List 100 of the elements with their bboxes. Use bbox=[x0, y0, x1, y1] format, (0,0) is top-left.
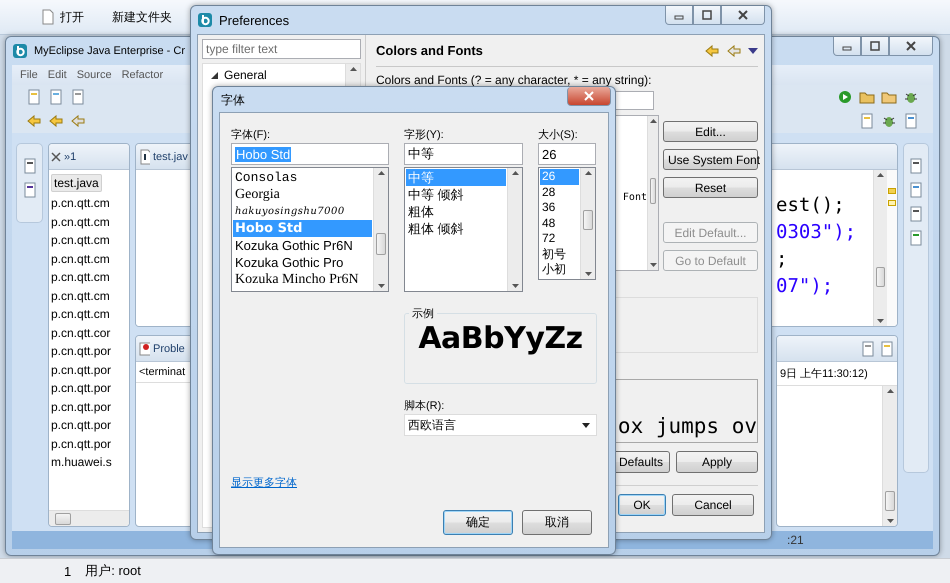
size-option[interactable]: 48 bbox=[540, 216, 579, 231]
package-item[interactable]: p.cn.qtt.por bbox=[51, 379, 129, 398]
close-button[interactable] bbox=[889, 37, 933, 56]
maximize-button[interactable] bbox=[861, 37, 889, 56]
action-button[interactable]: Reset bbox=[663, 177, 758, 198]
package-item[interactable]: p.cn.qtt.por bbox=[51, 360, 129, 379]
close-button[interactable] bbox=[567, 87, 611, 106]
package-item[interactable]: p.cn.qtt.cm bbox=[51, 305, 129, 324]
menu-item[interactable]: File bbox=[20, 69, 38, 81]
action-button[interactable]: Use System Font bbox=[663, 149, 758, 170]
scroll-arrow-icon[interactable] bbox=[512, 171, 518, 175]
font-style-field[interactable]: 中等 bbox=[404, 143, 523, 165]
field-label: 脚本(R): bbox=[404, 399, 446, 414]
caret-icon[interactable] bbox=[748, 46, 758, 54]
dialog-button[interactable]: 确定 bbox=[443, 510, 513, 535]
package-item[interactable]: p.cn.qtt.por bbox=[51, 398, 129, 416]
scroll-arrow-icon[interactable] bbox=[584, 171, 592, 175]
scroll-arrow-icon[interactable] bbox=[886, 519, 894, 523]
scroll-arrow-icon[interactable] bbox=[378, 284, 384, 288]
package-item[interactable]: p.cn.qtt.cm bbox=[51, 194, 129, 212]
list-item[interactable]: Font bbox=[622, 192, 647, 206]
filter-field[interactable]: type filter text bbox=[202, 39, 361, 59]
preview-text: ox jumps ov bbox=[618, 414, 757, 438]
scroll-arrow-icon[interactable] bbox=[584, 272, 592, 276]
scroll-arrow-icon[interactable] bbox=[350, 67, 356, 71]
horizontal-scrollbar[interactable] bbox=[49, 510, 129, 526]
scroll-arrow-icon[interactable] bbox=[886, 389, 894, 393]
size-option[interactable]: 初号 bbox=[540, 246, 579, 262]
scroll-thumb[interactable] bbox=[885, 491, 895, 511]
package-item[interactable]: p.cn.qtt.cor bbox=[51, 324, 129, 342]
toolbar-button[interactable]: 打开 bbox=[60, 8, 84, 26]
warning-marker[interactable] bbox=[888, 188, 896, 194]
scroll-arrow-icon[interactable] bbox=[650, 119, 656, 123]
menu-item[interactable]: Edit bbox=[48, 69, 67, 81]
size-option[interactable]: 72 bbox=[540, 231, 579, 246]
maximize-icon bbox=[870, 41, 880, 51]
warning-marker[interactable] bbox=[888, 200, 896, 206]
font-option[interactable]: Consolas bbox=[233, 169, 372, 186]
close-button[interactable] bbox=[721, 6, 765, 25]
scroll-thumb[interactable] bbox=[376, 233, 386, 256]
scroll-arrow-icon[interactable] bbox=[877, 173, 884, 177]
vertical-scrollbar[interactable] bbox=[580, 168, 595, 279]
font-option[interactable]: hakuyosingshu7000 bbox=[233, 203, 372, 220]
size-option[interactable]: 36 bbox=[540, 200, 579, 216]
close-icon[interactable] bbox=[51, 152, 61, 162]
vertical-scrollbar[interactable] bbox=[507, 168, 522, 291]
size-option[interactable]: 28 bbox=[540, 184, 579, 200]
scroll-thumb[interactable] bbox=[583, 210, 593, 230]
package-item[interactable]: p.cn.qtt.cm bbox=[51, 286, 129, 305]
font-option[interactable]: Kozuka Gothic Pro bbox=[233, 254, 372, 271]
script-dropdown[interactable]: 西欧语言 bbox=[404, 414, 597, 436]
package-item[interactable]: m.huawei.s bbox=[51, 453, 129, 472]
dialog-button[interactable]: OK bbox=[618, 494, 666, 516]
menu-item[interactable]: Source bbox=[76, 69, 112, 81]
arrow-icon bbox=[26, 113, 42, 129]
scroll-arrow-icon[interactable] bbox=[877, 319, 884, 323]
vertical-scrollbar[interactable] bbox=[373, 168, 388, 291]
font-size-field[interactable]: 26 bbox=[538, 143, 596, 165]
file-tab[interactable]: test.java bbox=[51, 174, 102, 192]
package-item[interactable]: p.cn.qtt.cm bbox=[51, 268, 129, 286]
scroll-arrow-icon[interactable] bbox=[512, 284, 518, 288]
menu-item[interactable]: Refactor bbox=[122, 69, 164, 81]
view-tab[interactable]: Proble bbox=[153, 342, 185, 354]
style-option[interactable]: 中等 倾斜 bbox=[406, 186, 506, 203]
package-item[interactable]: p.cn.qtt.cm bbox=[51, 212, 129, 231]
package-item[interactable]: p.cn.qtt.por bbox=[51, 434, 129, 453]
package-item[interactable]: p.cn.qtt.por bbox=[51, 416, 129, 434]
scroll-thumb[interactable] bbox=[55, 512, 71, 524]
view-tab[interactable]: »1 bbox=[64, 150, 76, 162]
action-button[interactable]: Apply bbox=[676, 451, 758, 473]
maximize-button[interactable] bbox=[693, 6, 721, 25]
font-option[interactable]: Georgia bbox=[233, 186, 372, 203]
more-fonts-link[interactable]: 显示更多字体 bbox=[231, 475, 592, 490]
package-item[interactable]: p.cn.qtt.por bbox=[51, 342, 129, 360]
style-option[interactable]: 粗体 bbox=[406, 203, 506, 220]
vertical-scrollbar[interactable] bbox=[647, 116, 658, 270]
size-option[interactable]: 小初 bbox=[540, 262, 579, 278]
package-item[interactable]: p.cn.qtt.cm bbox=[51, 250, 129, 268]
package-item[interactable]: p.cn.qtt.cm bbox=[51, 231, 129, 250]
scroll-thumb[interactable] bbox=[650, 178, 656, 204]
style-option[interactable]: 粗体 倾斜 bbox=[406, 220, 506, 237]
action-button[interactable]: Edit... bbox=[663, 121, 758, 142]
tree-item[interactable]: General bbox=[211, 68, 337, 82]
font-option[interactable]: Kozuka Gothic Pr6N bbox=[233, 237, 372, 254]
font-option[interactable]: Kozuka Mincho Pr6N bbox=[233, 271, 372, 288]
dialog-button[interactable]: Cancel bbox=[672, 494, 754, 516]
document-icon bbox=[879, 340, 895, 356]
expander-icon[interactable] bbox=[211, 72, 218, 78]
minimize-button[interactable] bbox=[833, 37, 861, 56]
field-label: 大小(S): bbox=[538, 128, 579, 143]
play-icon bbox=[837, 89, 853, 105]
scroll-thumb[interactable] bbox=[876, 266, 885, 287]
editor-tab[interactable]: test.jav bbox=[153, 150, 188, 162]
scroll-arrow-icon[interactable] bbox=[650, 263, 656, 267]
vertical-scrollbar[interactable] bbox=[882, 386, 897, 526]
dialog-button[interactable]: 取消 bbox=[522, 510, 592, 535]
scroll-arrow-icon[interactable] bbox=[378, 171, 384, 175]
minimize-button[interactable] bbox=[665, 6, 693, 25]
vertical-scrollbar[interactable] bbox=[873, 170, 887, 326]
toolbar-button[interactable]: 新建文件夹 bbox=[112, 8, 172, 26]
